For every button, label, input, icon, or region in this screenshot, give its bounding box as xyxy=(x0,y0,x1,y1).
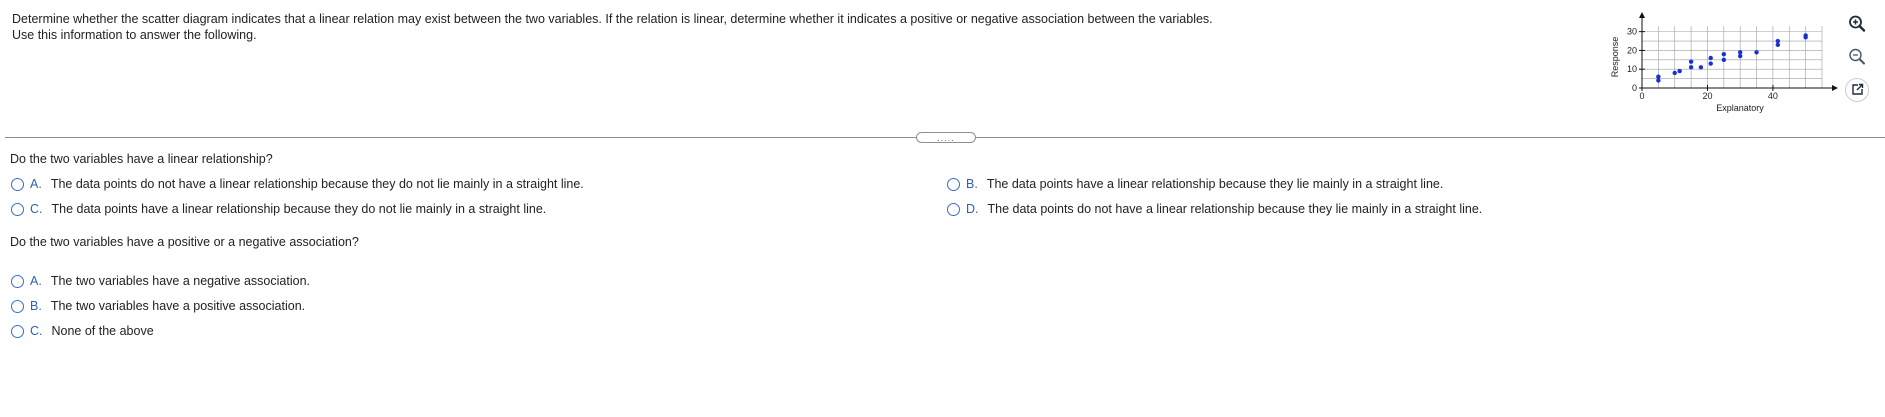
q1-option-a-letter: A. xyxy=(30,177,42,191)
q1-option-d-radio[interactable] xyxy=(947,202,960,216)
x-axis-label: Explanatory xyxy=(1716,103,1764,113)
data-point xyxy=(1698,65,1704,70)
q1-option-c-radio[interactable] xyxy=(11,202,24,216)
data-point xyxy=(1656,78,1661,83)
x-axis-arrow xyxy=(1832,85,1838,91)
scatter-plot-svg: 0 10 20 30 0 20 40 Explanatory Response xyxy=(1610,12,1838,113)
q1-option-d[interactable]: D. The data points do not have a linear … xyxy=(947,202,1482,216)
q1-option-c-text: The data points have a linear relationsh… xyxy=(51,202,547,216)
q2-option-c[interactable]: C. None of the above xyxy=(11,324,154,338)
q1-option-b-letter: B. xyxy=(966,177,978,191)
data-point xyxy=(1775,38,1781,44)
data-point xyxy=(1656,74,1661,79)
q2-option-a[interactable]: A. The two variables have a negative ass… xyxy=(11,274,310,288)
y-tick-label: 30 xyxy=(1627,27,1637,37)
data-point xyxy=(1708,55,1713,61)
q1-option-a-radio[interactable] xyxy=(11,177,24,191)
q2-option-b-text: The two variables have a positive associ… xyxy=(50,299,306,313)
q2-option-c-text: None of the above xyxy=(51,324,154,338)
popout-button[interactable] xyxy=(1845,78,1869,102)
q2-option-c-letter: C. xyxy=(30,324,43,338)
zoom-out-icon xyxy=(1849,48,1865,65)
q2-option-b-letter: B. xyxy=(30,299,42,313)
y-tick-label: 0 xyxy=(1632,83,1637,93)
data-point xyxy=(1708,61,1713,66)
q2-option-a-radio[interactable] xyxy=(11,274,24,288)
instructions: Determine whether the scatter diagram in… xyxy=(12,11,1213,43)
x-tick-label: 0 xyxy=(1639,91,1644,101)
divider-handle[interactable]: ..... xyxy=(916,132,976,143)
q2-option-c-radio[interactable] xyxy=(11,324,24,338)
x-tick-label: 40 xyxy=(1768,91,1778,101)
instructions-line-2: Use this information to answer the follo… xyxy=(12,28,257,42)
data-point xyxy=(1803,33,1808,38)
question-1-prompt: Do the two variables have a linear relat… xyxy=(10,152,273,166)
data-point xyxy=(1775,42,1781,47)
data-point xyxy=(1672,70,1677,76)
y-axis-arrow xyxy=(1639,12,1645,18)
y-tick-label: 10 xyxy=(1627,64,1637,74)
data-point xyxy=(1688,65,1694,70)
q1-option-b[interactable]: B. The data points have a linear relatio… xyxy=(947,177,1443,191)
zoom-out-button[interactable] xyxy=(1845,45,1869,69)
q2-option-a-text: The two variables have a negative associ… xyxy=(50,274,310,288)
y-axis-label: Response xyxy=(1610,37,1620,78)
q1-option-a-text: The data points do not have a linear rel… xyxy=(50,177,584,191)
q1-option-c-letter: C. xyxy=(30,202,43,216)
data-point xyxy=(1737,53,1743,59)
divider-handle-dots: ..... xyxy=(937,132,955,143)
data-point xyxy=(1754,50,1759,55)
q1-option-d-letter: D. xyxy=(966,202,979,216)
data-point xyxy=(1688,59,1694,64)
y-tick-label: 20 xyxy=(1627,45,1637,55)
q2-option-b-radio[interactable] xyxy=(11,299,24,313)
zoom-in-button[interactable] xyxy=(1845,12,1869,36)
q2-option-b[interactable]: B. The two variables have a positive ass… xyxy=(11,299,305,313)
data-point xyxy=(1721,57,1727,63)
q1-option-d-text: The data points do not have a linear rel… xyxy=(987,202,1483,216)
data-point xyxy=(1737,50,1743,55)
q1-option-b-radio[interactable] xyxy=(947,177,960,191)
data-point xyxy=(1721,51,1727,57)
scatter-chart: 0 10 20 30 0 20 40 Explanatory Response xyxy=(1604,8,1844,123)
data-point xyxy=(1677,68,1682,74)
instructions-line-1: Determine whether the scatter diagram in… xyxy=(12,12,1213,26)
q1-option-a[interactable]: A. The data points do not have a linear … xyxy=(11,177,584,191)
q1-option-c[interactable]: C. The data points have a linear relatio… xyxy=(11,202,546,216)
q2-option-a-letter: A. xyxy=(30,274,42,288)
q1-option-b-text: The data points have a linear relationsh… xyxy=(986,177,1444,191)
question-2-prompt: Do the two variables have a positive or … xyxy=(10,235,359,249)
zoom-in-icon xyxy=(1849,15,1866,32)
popout-icon xyxy=(1852,83,1864,95)
x-tick-label: 20 xyxy=(1702,91,1712,101)
